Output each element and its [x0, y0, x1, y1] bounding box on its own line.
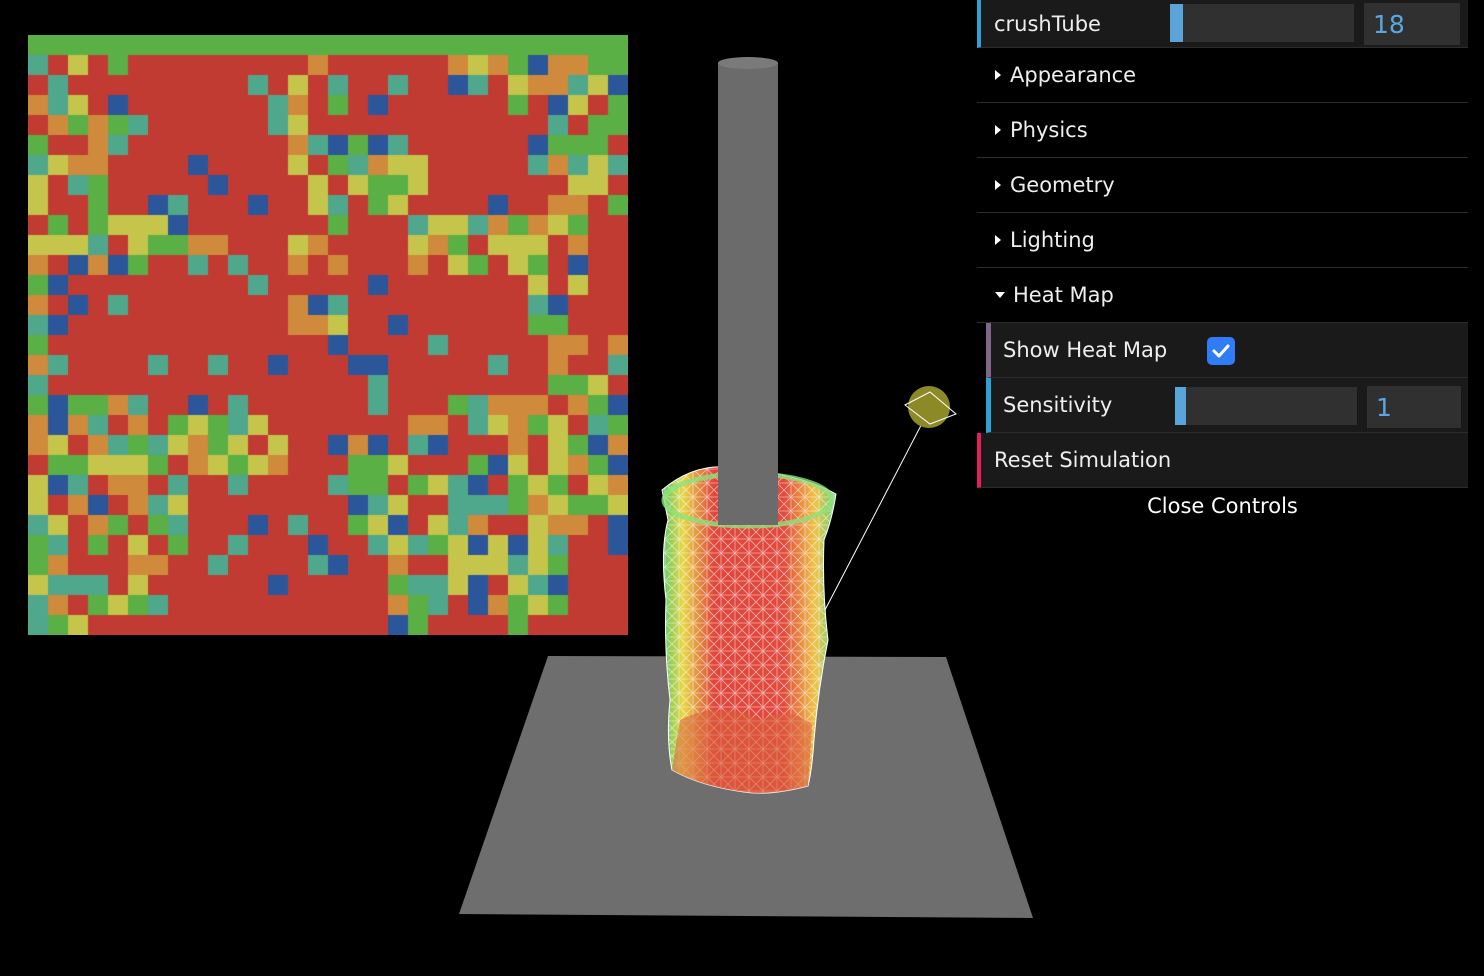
folder-physics-label: Physics: [1010, 118, 1088, 142]
sensitivity-control: Sensitivity 1: [986, 378, 1468, 433]
checkmark-icon: [1212, 344, 1230, 358]
show-heat-map-label: Show Heat Map: [1003, 338, 1168, 362]
close-controls-button[interactable]: Close Controls: [977, 488, 1468, 534]
folder-heat-map[interactable]: Heat Map: [977, 268, 1468, 323]
folder-geometry[interactable]: Geometry: [977, 158, 1468, 213]
caret-down-icon: [995, 292, 1005, 298]
controls-panel: crushTube 18 Appearance Physics Geometry…: [977, 0, 1468, 534]
sensitivity-value-input[interactable]: 1: [1367, 386, 1461, 428]
show-heat-map-control: Show Heat Map: [986, 323, 1468, 378]
crush-tube-slider[interactable]: [1170, 4, 1354, 42]
crush-tube-value-input[interactable]: 18: [1364, 3, 1460, 45]
show-heat-map-checkbox[interactable]: [1207, 337, 1235, 365]
folder-appearance[interactable]: Appearance: [977, 48, 1468, 103]
sensitivity-slider-fill: [1175, 387, 1186, 425]
reset-simulation-button[interactable]: Reset Simulation: [977, 433, 1468, 488]
reset-simulation-label: Reset Simulation: [994, 448, 1172, 472]
caret-right-icon: [995, 70, 1001, 80]
crush-tube-label: crushTube: [994, 11, 1101, 36]
crusher-rod: [718, 57, 778, 525]
caret-right-icon: [995, 125, 1001, 135]
crush-tube-control: crushTube 18: [977, 0, 1468, 48]
caret-right-icon: [995, 235, 1001, 245]
folder-physics[interactable]: Physics: [977, 103, 1468, 158]
crush-tube-slider-fill: [1170, 4, 1183, 42]
folder-appearance-label: Appearance: [1010, 63, 1137, 87]
sensitivity-label: Sensitivity: [1003, 393, 1113, 417]
folder-lighting-label: Lighting: [1010, 228, 1095, 252]
light-handle[interactable]: [824, 386, 957, 611]
caret-right-icon: [995, 180, 1001, 190]
folder-heat-map-label: Heat Map: [1013, 283, 1114, 307]
folder-geometry-label: Geometry: [1010, 173, 1115, 197]
folder-lighting[interactable]: Lighting: [977, 213, 1468, 268]
sensitivity-slider[interactable]: [1175, 387, 1357, 425]
